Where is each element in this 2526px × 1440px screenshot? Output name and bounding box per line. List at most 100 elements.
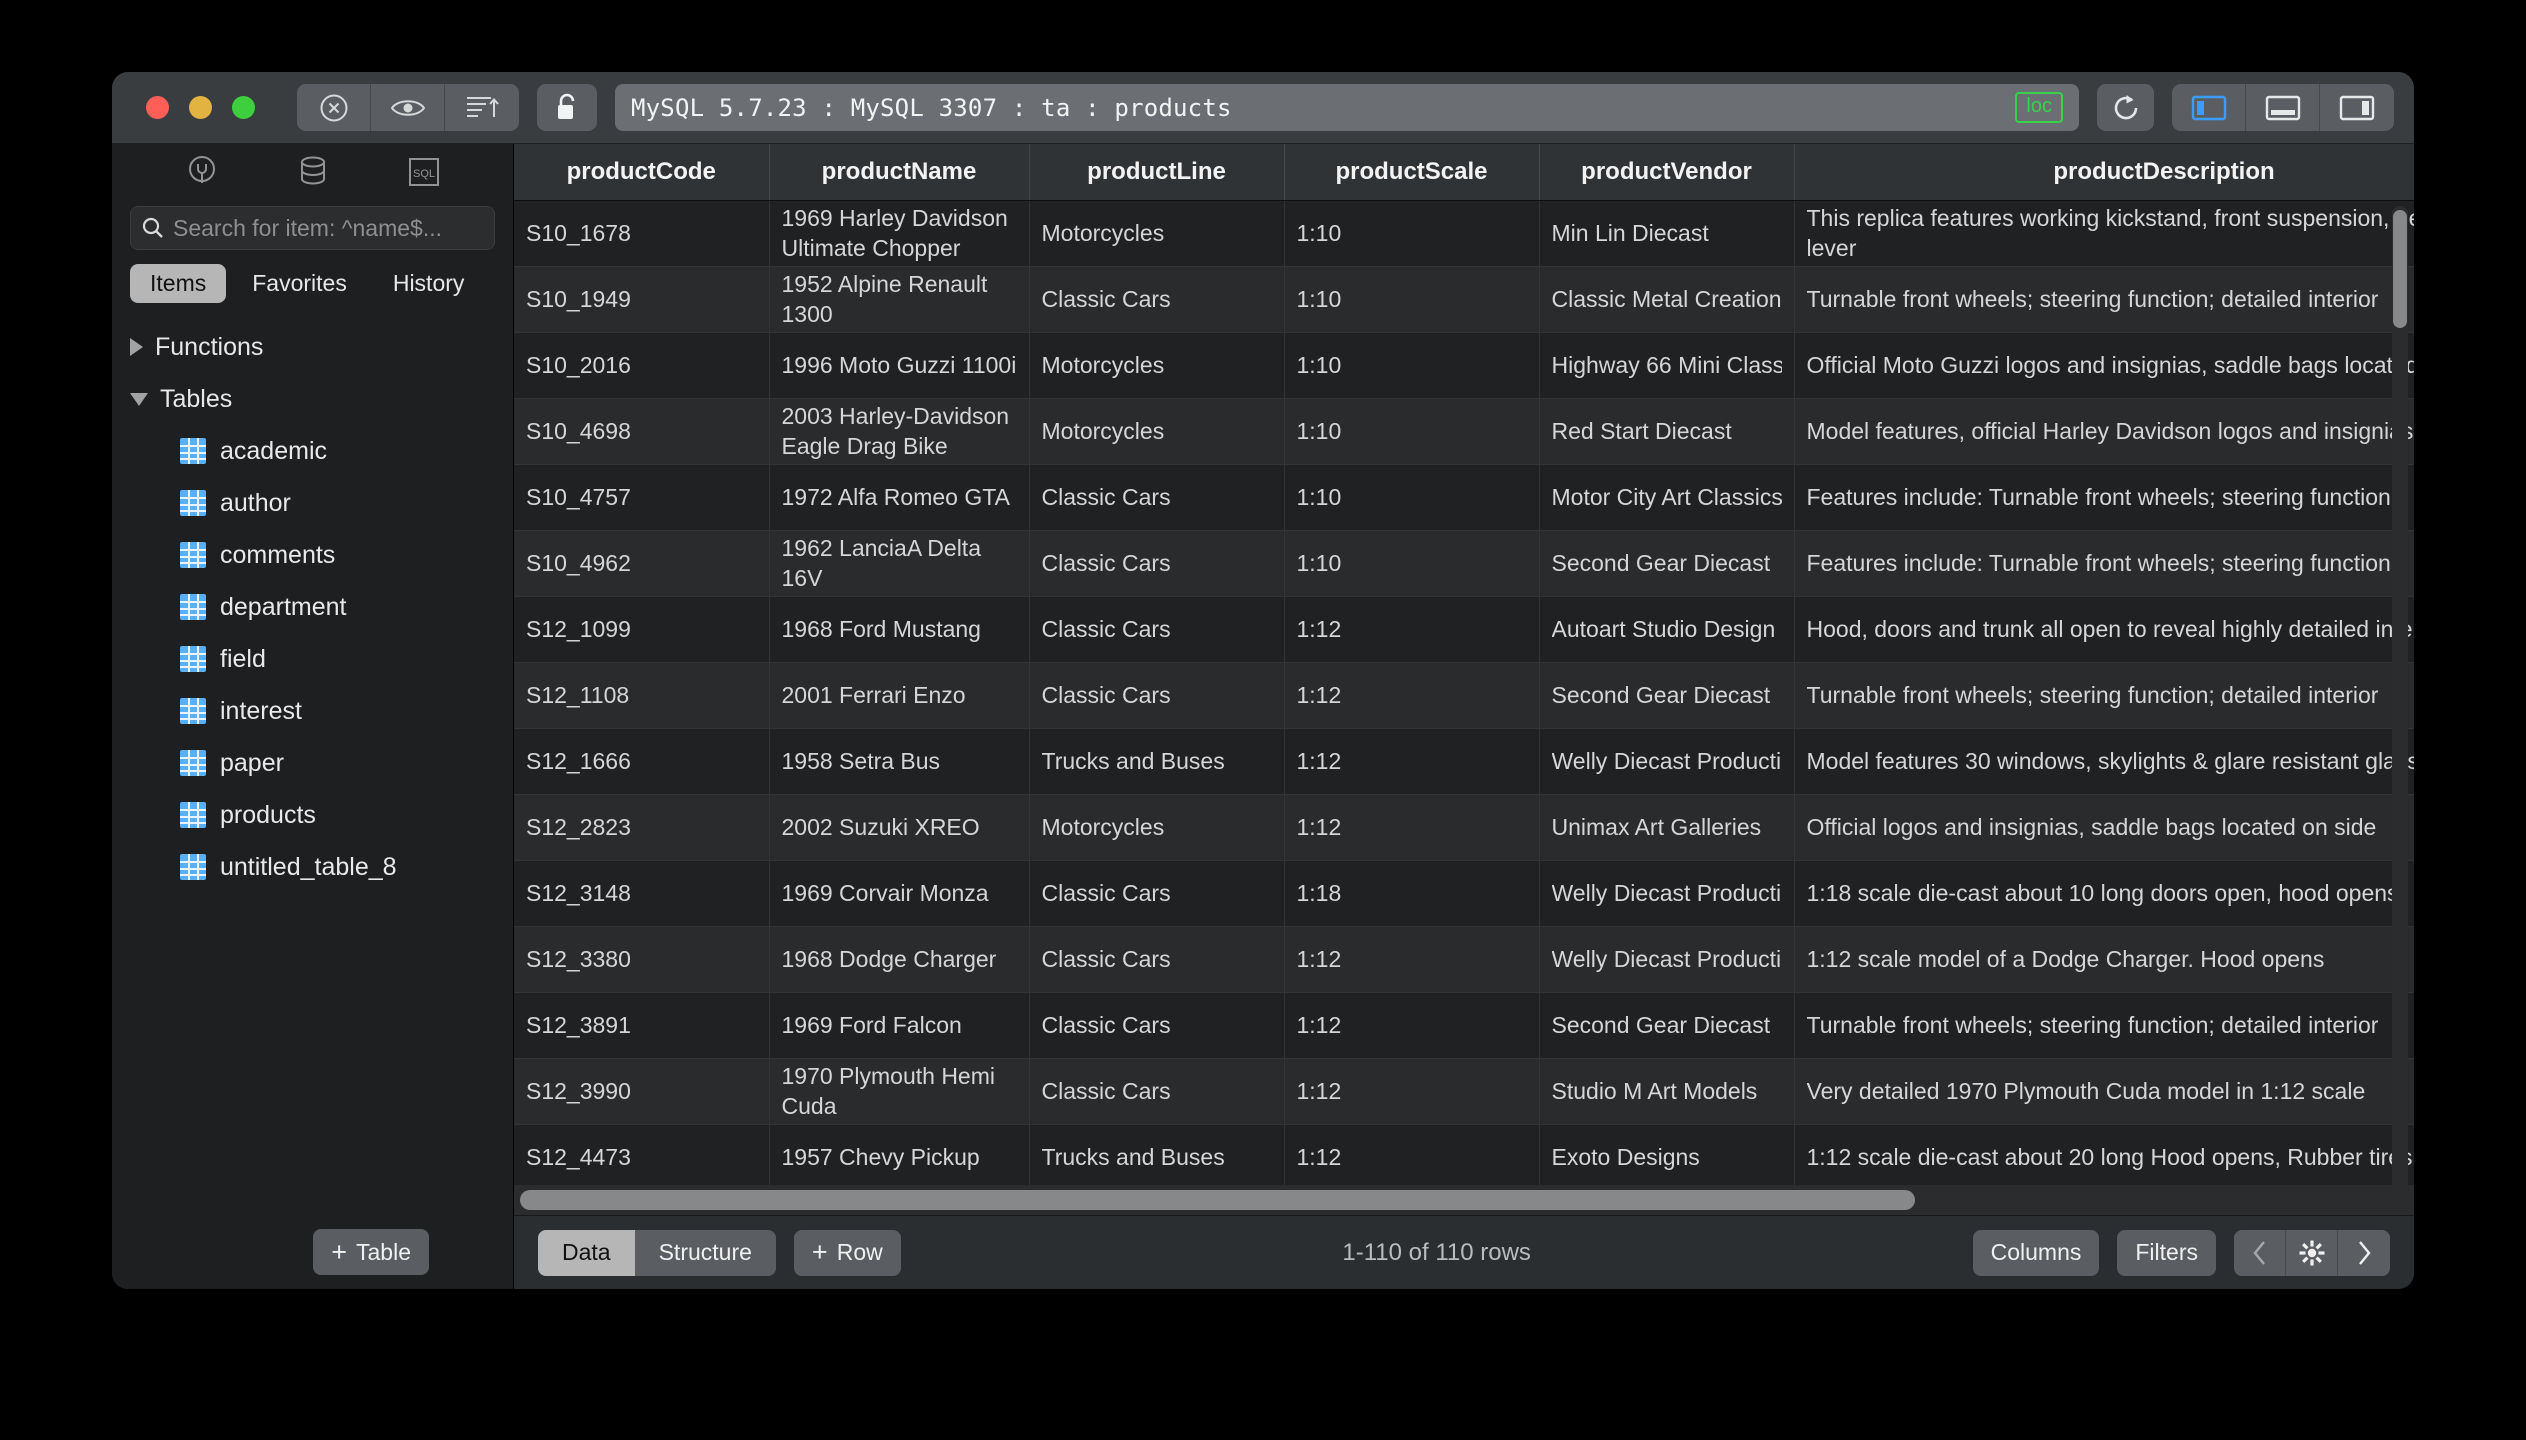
minimize-window-button[interactable]: [189, 96, 212, 119]
cell-productVendor[interactable]: Exoto Designs: [1539, 1124, 1795, 1191]
cell-productCode[interactable]: S12_3990: [514, 1058, 770, 1125]
cell-productName[interactable]: 1970 Plymouth Hemi Cuda: [769, 1058, 1030, 1125]
cell-productVendor[interactable]: Second Gear Diecast: [1539, 992, 1795, 1059]
cell-productDescription[interactable]: Model features, official Harley Davidson…: [1794, 398, 2414, 465]
cell-productVendor[interactable]: Welly Diecast Productions: [1539, 728, 1795, 795]
table-row[interactable]: S10_4757 1972 Alfa Romeo GTA Classic Cars 1…: [514, 464, 2414, 531]
cell-productCode[interactable]: S10_4757: [514, 464, 770, 531]
next-page-button[interactable]: [2338, 1230, 2390, 1276]
cell-productScale[interactable]: 1:10: [1284, 200, 1540, 267]
cell-productCode[interactable]: S12_4473: [514, 1124, 770, 1191]
cell-productDescription[interactable]: Turnable front wheels; steering function…: [1794, 662, 2414, 729]
cell-productName[interactable]: 1996 Moto Guzzi 1100i: [769, 332, 1030, 399]
tree-item-field[interactable]: field: [112, 633, 513, 685]
table-row[interactable]: S12_3891 1969 Ford Falcon Classic Cars 1:12…: [514, 992, 2414, 1059]
table-row[interactable]: S12_3990 1970 Plymouth Hemi Cuda Classic C…: [514, 1058, 2414, 1125]
table-row[interactable]: S12_3148 1969 Corvair Monza Classic Cars 1:…: [514, 860, 2414, 927]
cell-productVendor[interactable]: Min Lin Diecast: [1539, 200, 1795, 267]
tree-item-paper[interactable]: paper: [112, 737, 513, 789]
table-row[interactable]: S12_1666 1958 Setra Bus Trucks and Buses 1:…: [514, 728, 2414, 795]
tree-item-department[interactable]: department: [112, 581, 513, 633]
cell-productVendor[interactable]: Studio M Art Models: [1539, 1058, 1795, 1125]
cell-productScale[interactable]: 1:10: [1284, 398, 1540, 465]
connection-plug-icon[interactable]: [184, 153, 220, 194]
cell-productName[interactable]: 1969 Harley Davidson Ultimate Chopper: [769, 200, 1030, 267]
sort-ascending-icon[interactable]: [445, 84, 519, 131]
column-header-productVendor[interactable]: productVendor: [1539, 144, 1795, 201]
add-row-button[interactable]: + Row: [793, 1229, 901, 1276]
cell-productScale[interactable]: 1:12: [1284, 794, 1540, 861]
cell-productScale[interactable]: 1:12: [1284, 1124, 1540, 1191]
cell-productVendor[interactable]: Red Start Diecast: [1539, 398, 1795, 465]
chevron-down-icon[interactable]: [130, 392, 148, 406]
window-title-field[interactable]: MySQL 5.7.23 : MySQL 3307 : ta : product…: [615, 84, 2079, 131]
tree-group-functions[interactable]: Functions: [112, 321, 513, 373]
cell-productName[interactable]: 1952 Alpine Renault 1300: [769, 266, 1030, 333]
cell-productVendor[interactable]: Second Gear Diecast: [1539, 662, 1795, 729]
cell-productLine[interactable]: Classic Cars: [1029, 926, 1285, 993]
table-row[interactable]: S10_1678 1969 Harley Davidson Ultimate Ch…: [514, 200, 2414, 267]
cell-productCode[interactable]: S10_4698: [514, 398, 770, 465]
cell-productLine[interactable]: Classic Cars: [1029, 530, 1285, 597]
cell-productScale[interactable]: 1:12: [1284, 662, 1540, 729]
tree-item-untitled_table_8[interactable]: untitled_table_8: [112, 841, 513, 893]
database-icon[interactable]: [295, 153, 331, 194]
previous-page-button[interactable]: [2234, 1229, 2286, 1276]
cell-productCode[interactable]: S10_4962: [514, 530, 770, 597]
columns-button[interactable]: Columns: [1972, 1229, 2100, 1276]
chevron-right-icon[interactable]: [130, 338, 143, 356]
cell-productDescription[interactable]: 1:18 scale die-cast about 10 long doors …: [1794, 860, 2414, 927]
cell-productName[interactable]: 2002 Suzuki XREO: [769, 794, 1030, 861]
table-row[interactable]: S10_4962 1962 LanciaA Delta 16V Classic Ca…: [514, 530, 2414, 597]
tree-item-comments[interactable]: comments: [112, 529, 513, 581]
cell-productVendor[interactable]: Classic Metal Creations: [1539, 266, 1795, 333]
lock-open-icon[interactable]: [537, 84, 597, 131]
cell-productDescription[interactable]: Official logos and insignias, saddle bag…: [1794, 794, 2414, 861]
cell-productScale[interactable]: 1:12: [1284, 728, 1540, 795]
cell-productDescription[interactable]: Official Moto Guzzi logos and insignias,…: [1794, 332, 2414, 399]
cell-productLine[interactable]: Motorcycles: [1029, 332, 1285, 399]
cell-productCode[interactable]: S12_3891: [514, 992, 770, 1059]
cell-productVendor[interactable]: Welly Diecast Productions: [1539, 860, 1795, 927]
table-row[interactable]: S12_3380 1968 Dodge Charger Classic Cars 1:…: [514, 926, 2414, 993]
vertical-scrollbar[interactable]: [2392, 206, 2408, 1215]
cell-productDescription[interactable]: Hood, doors and trunk all open to reveal…: [1794, 596, 2414, 663]
cell-productDescription[interactable]: 1:12 scale die-cast about 20 long Hood o…: [1794, 1124, 2414, 1191]
cell-productLine[interactable]: Classic Cars: [1029, 992, 1285, 1059]
cell-productCode[interactable]: S10_1678: [514, 200, 770, 267]
cell-productLine[interactable]: Classic Cars: [1029, 596, 1285, 663]
cell-productName[interactable]: 2003 Harley-Davidson Eagle Drag Bike: [769, 398, 1030, 465]
cell-productLine[interactable]: Motorcycles: [1029, 398, 1285, 465]
cell-productScale[interactable]: 1:10: [1284, 266, 1540, 333]
cell-productCode[interactable]: S10_2016: [514, 332, 770, 399]
cell-productDescription[interactable]: Turnable front wheels; steering function…: [1794, 992, 2414, 1059]
cell-productLine[interactable]: Trucks and Buses: [1029, 728, 1285, 795]
tab-items[interactable]: Items: [130, 264, 227, 303]
cell-productName[interactable]: 2001 Ferrari Enzo: [769, 662, 1030, 729]
cell-productCode[interactable]: S12_3380: [514, 926, 770, 993]
tree-group-tables[interactable]: Tables: [112, 373, 513, 425]
column-header-productLine[interactable]: productLine: [1029, 144, 1285, 201]
cell-productName[interactable]: 1969 Corvair Monza: [769, 860, 1030, 927]
cell-productName[interactable]: 1958 Setra Bus: [769, 728, 1030, 795]
cell-productScale[interactable]: 1:12: [1284, 992, 1540, 1059]
column-header-productScale[interactable]: productScale: [1284, 144, 1540, 201]
table-row[interactable]: S12_4473 1957 Chevy Pickup Trucks and Buse…: [514, 1124, 2414, 1191]
cell-productVendor[interactable]: Second Gear Diecast: [1539, 530, 1795, 597]
cell-productLine[interactable]: Classic Cars: [1029, 860, 1285, 927]
cell-productVendor[interactable]: Welly Diecast Productions: [1539, 926, 1795, 993]
vertical-scrollbar-thumb[interactable]: [2393, 210, 2407, 328]
column-header-productDescription[interactable]: productDescription: [1794, 144, 2414, 201]
cell-productName[interactable]: 1968 Ford Mustang: [769, 596, 1030, 663]
tree-item-author[interactable]: author: [112, 477, 513, 529]
table-row[interactable]: S10_4698 2003 Harley-Davidson Eagle Drag …: [514, 398, 2414, 465]
cell-productDescription[interactable]: Turnable front wheels; steering function…: [1794, 266, 2414, 333]
cell-productLine[interactable]: Classic Cars: [1029, 662, 1285, 729]
cell-productLine[interactable]: Classic Cars: [1029, 266, 1285, 333]
cell-productDescription[interactable]: Model features 30 windows, skylights & g…: [1794, 728, 2414, 795]
table-row[interactable]: S10_1949 1952 Alpine Renault 1300 Classic …: [514, 266, 2414, 333]
tab-data[interactable]: Data: [538, 1229, 635, 1276]
tab-history[interactable]: History: [373, 264, 485, 303]
cell-productDescription[interactable]: This replica features working kickstand,…: [1794, 200, 2414, 267]
refresh-icon[interactable]: [2097, 84, 2154, 131]
